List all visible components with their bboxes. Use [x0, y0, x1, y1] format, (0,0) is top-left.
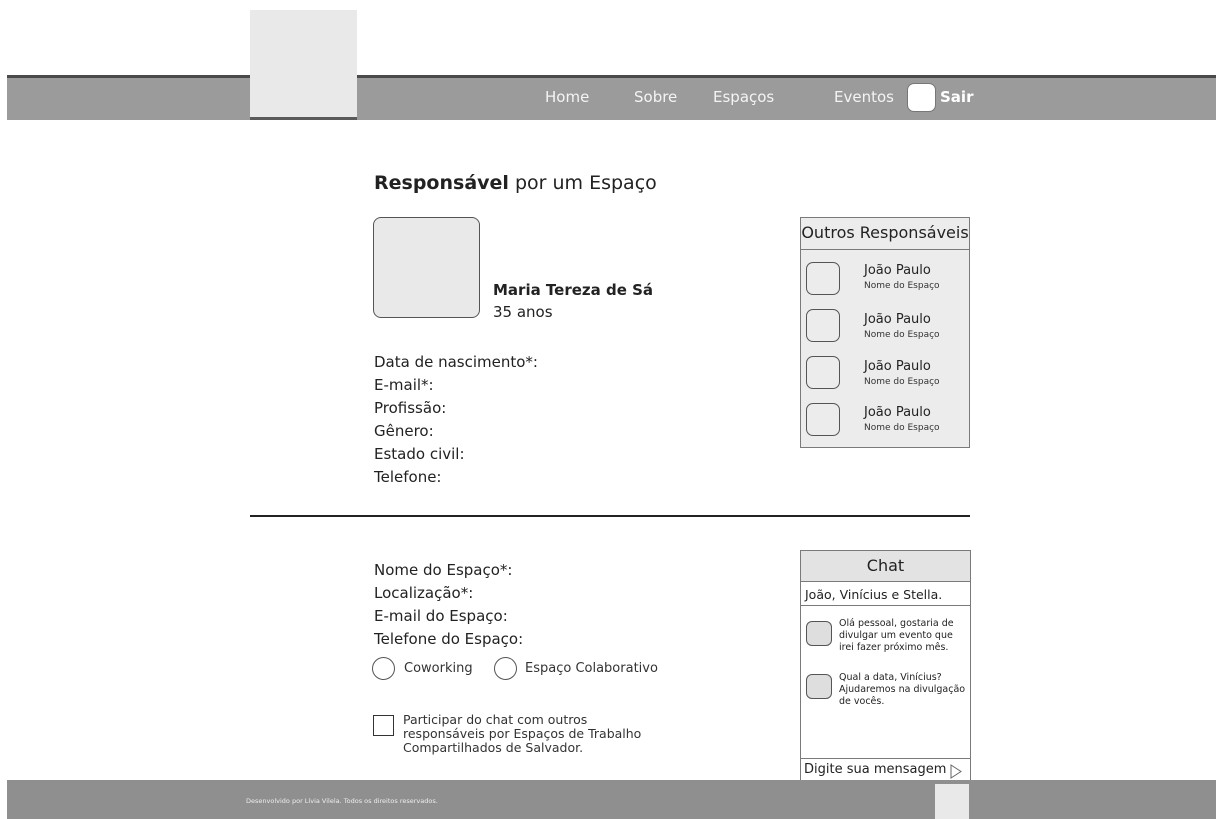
avatar[interactable]	[806, 403, 840, 436]
responsible-space: Nome do Espaço	[864, 281, 940, 291]
field-profession: Profissão:	[374, 399, 447, 417]
panel-title: Outros Responsáveis	[801, 218, 969, 250]
avatar	[806, 674, 832, 699]
field-birthdate: Data de nascimento*:	[374, 353, 538, 371]
chat-optin-checkbox[interactable]	[373, 715, 394, 736]
responsible-space: Nome do Espaço	[864, 423, 940, 433]
field-space-phone: Telefone do Espaço:	[374, 630, 524, 648]
logo[interactable]	[250, 10, 357, 120]
nav-home[interactable]: Home	[545, 88, 589, 106]
avatar[interactable]	[806, 262, 840, 295]
nav-eventos[interactable]: Eventos	[834, 88, 894, 106]
field-email: E-mail*:	[374, 376, 434, 394]
section-divider	[250, 515, 970, 517]
field-space-name: Nome do Espaço*:	[374, 561, 513, 579]
responsible-name[interactable]: João Paulo	[864, 312, 931, 327]
chat-message-input[interactable]: Digite sua mensagem	[801, 758, 970, 782]
chat-panel: Chat João, Vinícius e Stella. Olá pessoa…	[800, 550, 971, 782]
profile-age: 35 anos	[493, 303, 553, 321]
radio-collaborative[interactable]	[494, 657, 517, 680]
avatar	[806, 621, 832, 646]
field-marital-status: Estado civil:	[374, 445, 465, 463]
radio-coworking[interactable]	[372, 657, 395, 680]
avatar[interactable]	[806, 356, 840, 389]
top-navbar	[7, 75, 1216, 120]
responsible-name[interactable]: João Paulo	[864, 405, 931, 420]
radio-coworking-label[interactable]: Coworking	[404, 661, 473, 676]
chat-participants: João, Vinícius e Stella.	[801, 582, 970, 606]
triangle-right-icon[interactable]	[950, 764, 962, 779]
radio-collaborative-label[interactable]: Espaço Colaborativo	[525, 661, 658, 676]
field-space-email: E-mail do Espaço:	[374, 607, 508, 625]
profile-name: Maria Tereza de Sá	[493, 281, 654, 299]
nav-espacos[interactable]: Espaços	[713, 88, 774, 106]
avatar[interactable]	[806, 309, 840, 342]
page-title-bold: Responsável	[374, 172, 509, 194]
other-responsibles-panel: Outros Responsáveis João Paulo Nome do E…	[800, 217, 970, 448]
chat-input-placeholder: Digite sua mensagem	[804, 762, 947, 777]
field-location: Localização*:	[374, 584, 474, 602]
field-phone: Telefone:	[374, 468, 442, 486]
field-gender: Gênero:	[374, 422, 434, 440]
chat-messages: Olá pessoal, gostaria de divulgar um eve…	[801, 606, 970, 779]
chat-title: Chat	[801, 551, 970, 582]
nav-sobre[interactable]: Sobre	[634, 88, 677, 106]
page-title: Responsável por um Espaço	[374, 172, 657, 194]
logout-link[interactable]: Sair	[940, 88, 973, 106]
chat-message: Qual a data, Vinícius? Ajudaremos na div…	[839, 672, 966, 707]
chat-message: Olá pessoal, gostaria de divulgar um eve…	[839, 618, 954, 653]
responsible-space: Nome do Espaço	[864, 377, 940, 387]
responsible-space: Nome do Espaço	[864, 330, 940, 340]
footer	[7, 780, 1216, 819]
footer-logo	[935, 784, 969, 819]
responsible-name[interactable]: João Paulo	[864, 263, 931, 278]
toggle-icon[interactable]	[907, 83, 936, 112]
chat-optin-label[interactable]: Participar do chat com outros responsáve…	[403, 713, 673, 755]
profile-photo[interactable]	[373, 217, 480, 318]
page-title-rest: por um Espaço	[508, 172, 657, 194]
responsible-name[interactable]: João Paulo	[864, 359, 931, 374]
footer-text: Desenvolvido por Lívia Vilela. Todos os …	[246, 797, 438, 805]
